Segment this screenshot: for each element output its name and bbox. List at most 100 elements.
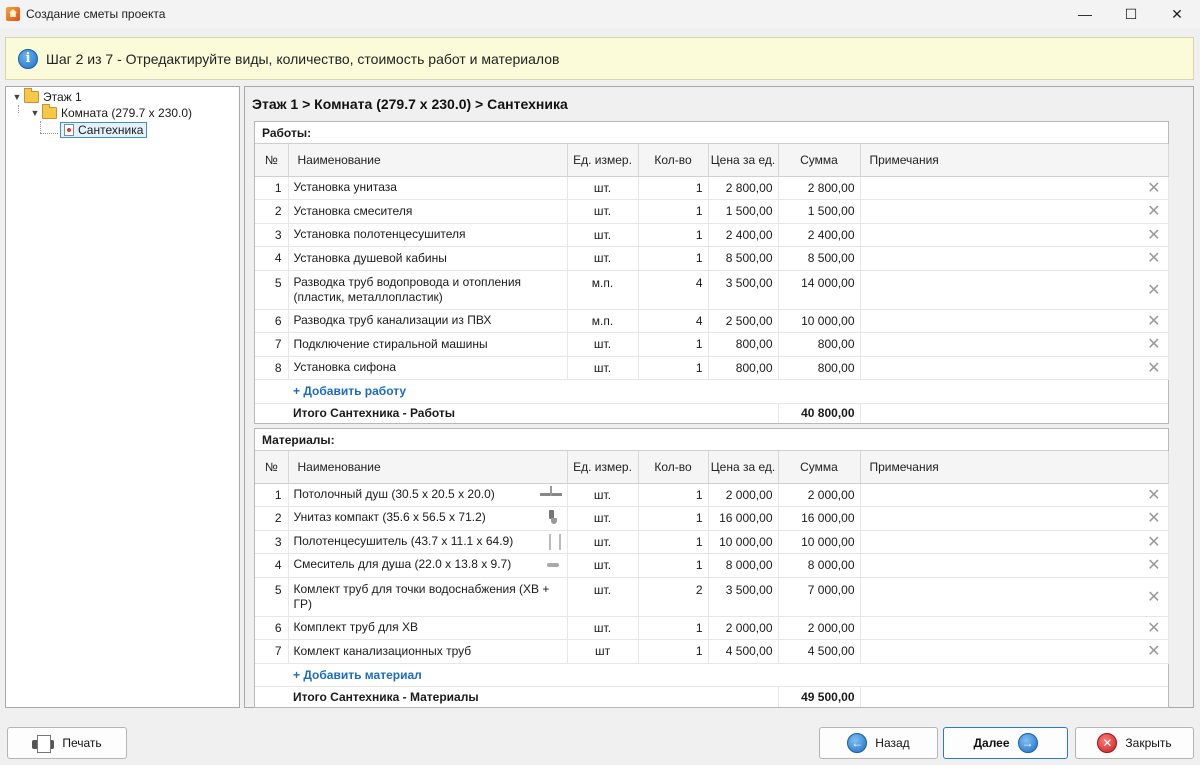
cell-unit[interactable]: шт. — [567, 530, 639, 554]
delete-row-icon[interactable]: ✕ — [860, 356, 1169, 380]
cell-unit[interactable]: м.п. — [567, 309, 639, 333]
cell-qty[interactable]: 2 — [638, 577, 709, 617]
cell-qty[interactable]: 1 — [638, 639, 709, 664]
cell-unit[interactable]: шт. — [567, 356, 639, 380]
cell-price[interactable]: 16 000,00 — [708, 506, 779, 531]
delete-row-icon[interactable]: ✕ — [860, 223, 1169, 247]
chevron-down-icon[interactable]: ▼ — [30, 108, 40, 118]
cell-price[interactable]: 2 000,00 — [708, 483, 779, 507]
cell-unit[interactable]: шт. — [567, 246, 639, 271]
cell-unit[interactable]: шт. — [567, 332, 639, 357]
table-row[interactable]: 4 Смеситель для душа (22.0 x 13.8 x 9.7)… — [255, 553, 1169, 578]
cell-price[interactable]: 8 000,00 — [708, 553, 779, 578]
delete-row-icon[interactable]: ✕ — [860, 616, 1169, 640]
cell-unit[interactable]: шт. — [567, 199, 639, 224]
delete-row-icon[interactable]: ✕ — [860, 309, 1169, 333]
cell-name[interactable]: Установка душевой кабины — [288, 246, 568, 271]
cell-name[interactable]: Комлект канализационных труб — [288, 639, 568, 664]
cell-name[interactable]: Комлект труб для точки водоснабжения (ХВ… — [288, 577, 568, 617]
table-row[interactable]: 1 Потолочный душ (30.5 x 20.5 x 20.0) шт… — [255, 483, 1169, 507]
close-button[interactable]: ✕ Закрыть — [1075, 727, 1194, 759]
cell-name[interactable]: Комплект труб для ХВ — [288, 616, 568, 640]
cell-name[interactable]: Установка смесителя — [288, 199, 568, 224]
table-row[interactable]: 1 Установка унитаза шт. 1 2 800,00 2 800… — [255, 176, 1169, 200]
cell-name[interactable]: Установка унитаза — [288, 176, 568, 200]
cell-unit[interactable]: шт. — [567, 223, 639, 247]
cell-price[interactable]: 2 800,00 — [708, 176, 779, 200]
cell-qty[interactable]: 1 — [638, 199, 709, 224]
cell-price[interactable]: 2 500,00 — [708, 309, 779, 333]
cell-name[interactable]: Смеситель для душа (22.0 x 13.8 x 9.7) — [288, 553, 568, 578]
cell-name[interactable]: Потолочный душ (30.5 x 20.5 x 20.0) — [288, 483, 568, 507]
cell-qty[interactable]: 1 — [638, 530, 709, 554]
maximize-button[interactable]: ☐ — [1108, 0, 1154, 28]
delete-row-icon[interactable]: ✕ — [860, 577, 1169, 617]
delete-row-icon[interactable]: ✕ — [860, 506, 1169, 531]
cell-qty[interactable]: 1 — [638, 506, 709, 531]
cell-qty[interactable]: 4 — [638, 309, 709, 333]
cell-qty[interactable]: 1 — [638, 616, 709, 640]
tree-node-category[interactable]: Сантехника — [60, 122, 148, 138]
cell-qty[interactable]: 1 — [638, 332, 709, 357]
cell-qty[interactable]: 1 — [638, 223, 709, 247]
table-row[interactable]: 6 Разводка труб канализации из ПВХ м.п. … — [255, 309, 1169, 333]
cell-unit[interactable]: шт. — [567, 553, 639, 578]
table-row[interactable]: 2 Унитаз компакт (35.6 x 56.5 x 71.2) шт… — [255, 506, 1169, 531]
cell-qty[interactable]: 1 — [638, 246, 709, 271]
cell-unit[interactable]: шт. — [567, 577, 639, 617]
cell-unit[interactable]: шт — [567, 639, 639, 664]
cell-name[interactable]: Установка полотенцесушителя — [288, 223, 568, 247]
cell-qty[interactable]: 1 — [638, 356, 709, 380]
cell-qty[interactable]: 1 — [638, 176, 709, 200]
cell-price[interactable]: 3 500,00 — [708, 270, 779, 310]
cell-name[interactable]: Установка сифона — [288, 356, 568, 380]
delete-row-icon[interactable]: ✕ — [860, 176, 1169, 200]
cell-name[interactable]: Подключение стиральной машины — [288, 332, 568, 357]
table-row[interactable]: 5 Разводка труб водопровода и отопления … — [255, 270, 1169, 310]
cell-unit[interactable]: шт. — [567, 483, 639, 507]
delete-row-icon[interactable]: ✕ — [860, 530, 1169, 554]
tree-selection[interactable]: Сантехника — [60, 122, 148, 138]
table-row[interactable]: 3 Установка полотенцесушителя шт. 1 2 40… — [255, 223, 1169, 247]
cell-name[interactable]: Разводка труб канализации из ПВХ — [288, 309, 568, 333]
cell-price[interactable]: 2 400,00 — [708, 223, 779, 247]
cell-price[interactable]: 1 500,00 — [708, 199, 779, 224]
cell-price[interactable]: 4 500,00 — [708, 639, 779, 664]
print-button[interactable]: Печать — [7, 727, 127, 759]
cell-price[interactable]: 800,00 — [708, 332, 779, 357]
table-row[interactable]: 8 Установка сифона шт. 1 800,00 800,00 ✕ — [255, 356, 1169, 380]
table-row[interactable]: 7 Комлект канализационных труб шт 1 4 50… — [255, 639, 1169, 664]
add-work-link[interactable]: + Добавить работу — [293, 384, 406, 398]
cell-qty[interactable]: 4 — [638, 270, 709, 310]
cell-qty[interactable]: 1 — [638, 483, 709, 507]
add-material-link[interactable]: + Добавить материал — [293, 668, 422, 682]
next-button[interactable]: Далее → — [943, 727, 1068, 759]
minimize-button[interactable]: — — [1062, 0, 1108, 28]
table-row[interactable]: 5 Комлект труб для точки водоснабжения (… — [255, 577, 1169, 617]
cell-unit[interactable]: шт. — [567, 506, 639, 531]
table-row[interactable]: 3 Полотенцесушитель (43.7 x 11.1 x 64.9)… — [255, 530, 1169, 554]
delete-row-icon[interactable]: ✕ — [860, 553, 1169, 578]
cell-unit[interactable]: шт. — [567, 616, 639, 640]
cell-name[interactable]: Разводка труб водопровода и отопления (п… — [288, 270, 568, 310]
cell-unit[interactable]: шт. — [567, 176, 639, 200]
cell-qty[interactable]: 1 — [638, 553, 709, 578]
delete-row-icon[interactable]: ✕ — [860, 246, 1169, 271]
cell-price[interactable]: 10 000,00 — [708, 530, 779, 554]
cell-name[interactable]: Полотенцесушитель (43.7 x 11.1 x 64.9) — [288, 530, 568, 554]
delete-row-icon[interactable]: ✕ — [860, 199, 1169, 224]
delete-row-icon[interactable]: ✕ — [860, 270, 1169, 310]
cell-price[interactable]: 8 500,00 — [708, 246, 779, 271]
table-row[interactable]: 6 Комплект труб для ХВ шт. 1 2 000,00 2 … — [255, 616, 1169, 640]
delete-row-icon[interactable]: ✕ — [860, 483, 1169, 507]
back-button[interactable]: ← Назад — [819, 727, 938, 759]
tree-node-floor[interactable]: ▼ Этаж 1 — [12, 88, 82, 105]
cell-name[interactable]: Унитаз компакт (35.6 x 56.5 x 71.2) — [288, 506, 568, 531]
table-row[interactable]: 2 Установка смесителя шт. 1 1 500,00 1 5… — [255, 199, 1169, 224]
table-row[interactable]: 4 Установка душевой кабины шт. 1 8 500,0… — [255, 246, 1169, 271]
delete-row-icon[interactable]: ✕ — [860, 639, 1169, 664]
table-row[interactable]: 7 Подключение стиральной машины шт. 1 80… — [255, 332, 1169, 357]
chevron-down-icon[interactable]: ▼ — [12, 92, 22, 102]
cell-price[interactable]: 2 000,00 — [708, 616, 779, 640]
tree-node-room[interactable]: ▼ Комната (279.7 x 230.0) — [30, 104, 192, 121]
